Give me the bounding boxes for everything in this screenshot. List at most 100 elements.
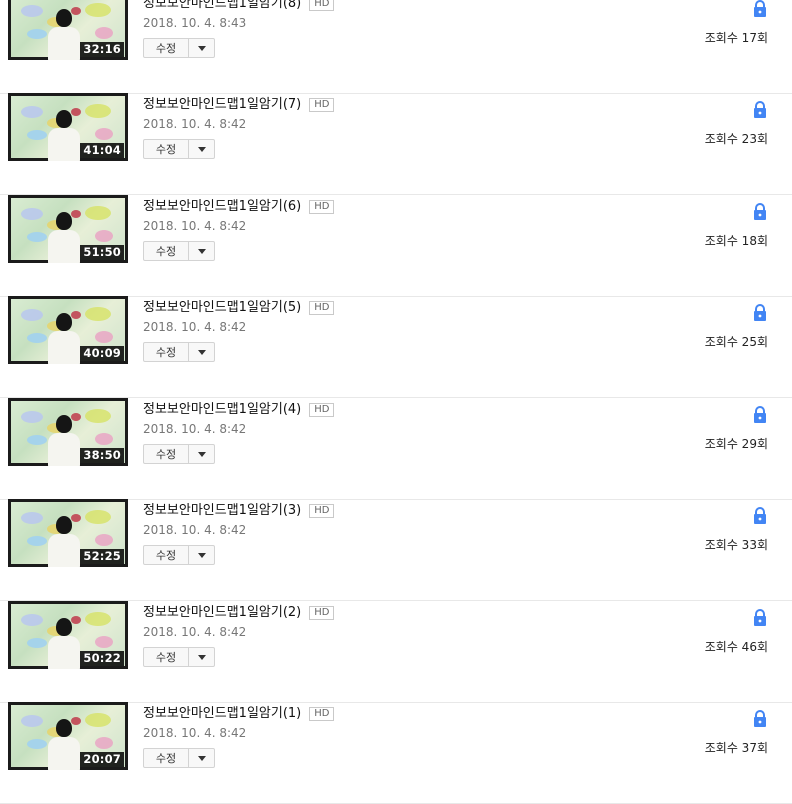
upload-date: 2018. 10. 4. 8:42 (143, 422, 247, 436)
upload-date: 2018. 10. 4. 8:42 (143, 726, 247, 740)
video-thumbnail[interactable]: 32:16 (8, 0, 128, 60)
hd-badge: HD (309, 200, 335, 214)
edit-button[interactable]: 수정 (144, 343, 189, 361)
duration-badge: 40:09 (80, 346, 124, 361)
video-thumbnail[interactable]: 51:50 (8, 195, 128, 263)
presenter-figure (56, 516, 72, 534)
video-thumbnail[interactable]: 50:22 (8, 601, 128, 669)
hd-badge: HD (309, 98, 335, 112)
chevron-down-icon (197, 45, 206, 51)
presenter-figure (56, 9, 72, 27)
hd-badge: HD (309, 606, 335, 620)
hd-badge: HD (309, 707, 335, 721)
edit-button[interactable]: 수정 (144, 140, 189, 158)
edit-button-group: 수정 (143, 241, 215, 261)
upload-date: 2018. 10. 4. 8:42 (143, 625, 247, 639)
edit-menu-button[interactable] (189, 343, 214, 361)
hd-badge: HD (309, 0, 335, 11)
video-title[interactable]: 정보보안마인드맵1일암기(2) (143, 605, 301, 621)
video-thumbnail[interactable]: 40:09 (8, 296, 128, 364)
duration-badge: 52:25 (80, 549, 124, 564)
video-title[interactable]: 정보보안마인드맵1일암기(3) (143, 503, 301, 519)
chevron-down-icon (197, 349, 206, 355)
lock-icon (754, 710, 766, 727)
video-title[interactable]: 정보보안마인드맵1일암기(5) (143, 300, 301, 316)
edit-button[interactable]: 수정 (144, 39, 189, 57)
upload-date: 2018. 10. 4. 8:42 (143, 320, 247, 334)
duration-badge: 50:22 (80, 651, 124, 666)
edit-button[interactable]: 수정 (144, 445, 189, 463)
lock-icon (754, 304, 766, 321)
edit-button-group: 수정 (143, 342, 215, 362)
view-count: 조회수 25회 (704, 335, 768, 349)
chevron-down-icon (197, 552, 206, 558)
lock-icon (754, 0, 766, 17)
edit-menu-button[interactable] (189, 546, 214, 564)
chevron-down-icon (197, 451, 206, 457)
video-title[interactable]: 정보보안마인드맵1일암기(7) (143, 97, 301, 113)
duration-badge: 41:04 (80, 143, 124, 158)
lock-icon (754, 406, 766, 423)
video-row: 51:50 정보보안마인드맵1일암기(6) HD 2018. 10. 4. 8:… (0, 195, 792, 297)
edit-button[interactable]: 수정 (144, 242, 189, 260)
chevron-down-icon (197, 248, 206, 254)
duration-badge: 20:07 (80, 752, 124, 767)
edit-menu-button[interactable] (189, 39, 214, 57)
edit-button[interactable]: 수정 (144, 546, 189, 564)
edit-menu-button[interactable] (189, 445, 214, 463)
video-row: 52:25 정보보안마인드맵1일암기(3) HD 2018. 10. 4. 8:… (0, 499, 792, 601)
video-row: 32:16 정보보안마인드맵1일암기(8) HD 2018. 10. 4. 8:… (0, 0, 792, 94)
edit-button-group: 수정 (143, 38, 215, 58)
edit-button[interactable]: 수정 (144, 749, 189, 767)
lock-icon (754, 101, 766, 118)
video-title[interactable]: 정보보안마인드맵1일암기(4) (143, 402, 301, 418)
hd-badge: HD (309, 403, 335, 417)
edit-menu-button[interactable] (189, 648, 214, 666)
upload-date: 2018. 10. 4. 8:43 (143, 16, 247, 30)
video-thumbnail[interactable]: 52:25 (8, 499, 128, 567)
lock-icon (754, 203, 766, 220)
video-thumbnail[interactable]: 20:07 (8, 702, 128, 770)
lock-icon (754, 507, 766, 524)
edit-menu-button[interactable] (189, 242, 214, 260)
presenter-figure (56, 212, 72, 230)
video-thumbnail[interactable]: 38:50 (8, 398, 128, 466)
video-title[interactable]: 정보보안마인드맵1일암기(6) (143, 199, 301, 215)
edit-button-group: 수정 (143, 444, 215, 464)
presenter-figure (56, 415, 72, 433)
chevron-down-icon (197, 755, 206, 761)
duration-badge: 38:50 (80, 448, 124, 463)
edit-button-group: 수정 (143, 139, 215, 159)
presenter-figure (56, 110, 72, 128)
edit-button[interactable]: 수정 (144, 648, 189, 666)
video-title[interactable]: 정보보안마인드맵1일암기(8) (143, 0, 301, 12)
upload-date: 2018. 10. 4. 8:42 (143, 117, 247, 131)
view-count: 조회수 18회 (704, 234, 768, 248)
upload-date: 2018. 10. 4. 8:42 (143, 523, 247, 537)
video-row: 20:07 정보보안마인드맵1일암기(1) HD 2018. 10. 4. 8:… (0, 702, 792, 804)
video-thumbnail[interactable]: 41:04 (8, 93, 128, 161)
view-count: 조회수 46회 (704, 640, 768, 654)
video-row: 41:04 정보보안마인드맵1일암기(7) HD 2018. 10. 4. 8:… (0, 93, 792, 195)
edit-button-group: 수정 (143, 647, 215, 667)
presenter-figure (56, 618, 72, 636)
presenter-figure (56, 313, 72, 331)
edit-menu-button[interactable] (189, 749, 214, 767)
video-title[interactable]: 정보보안마인드맵1일암기(1) (143, 706, 301, 722)
video-row: 50:22 정보보안마인드맵1일암기(2) HD 2018. 10. 4. 8:… (0, 601, 792, 703)
video-row: 38:50 정보보안마인드맵1일암기(4) HD 2018. 10. 4. 8:… (0, 398, 792, 500)
hd-badge: HD (309, 301, 335, 315)
edit-menu-button[interactable] (189, 140, 214, 158)
view-count: 조회수 17회 (704, 31, 768, 45)
view-count: 조회수 23회 (704, 132, 768, 146)
duration-badge: 32:16 (80, 42, 124, 57)
edit-button-group: 수정 (143, 545, 215, 565)
upload-date: 2018. 10. 4. 8:42 (143, 219, 247, 233)
view-count: 조회수 37회 (704, 741, 768, 755)
view-count: 조회수 29회 (704, 437, 768, 451)
chevron-down-icon (197, 146, 206, 152)
video-row: 40:09 정보보안마인드맵1일암기(5) HD 2018. 10. 4. 8:… (0, 296, 792, 398)
chevron-down-icon (197, 654, 206, 660)
hd-badge: HD (309, 504, 335, 518)
duration-badge: 51:50 (80, 245, 124, 260)
